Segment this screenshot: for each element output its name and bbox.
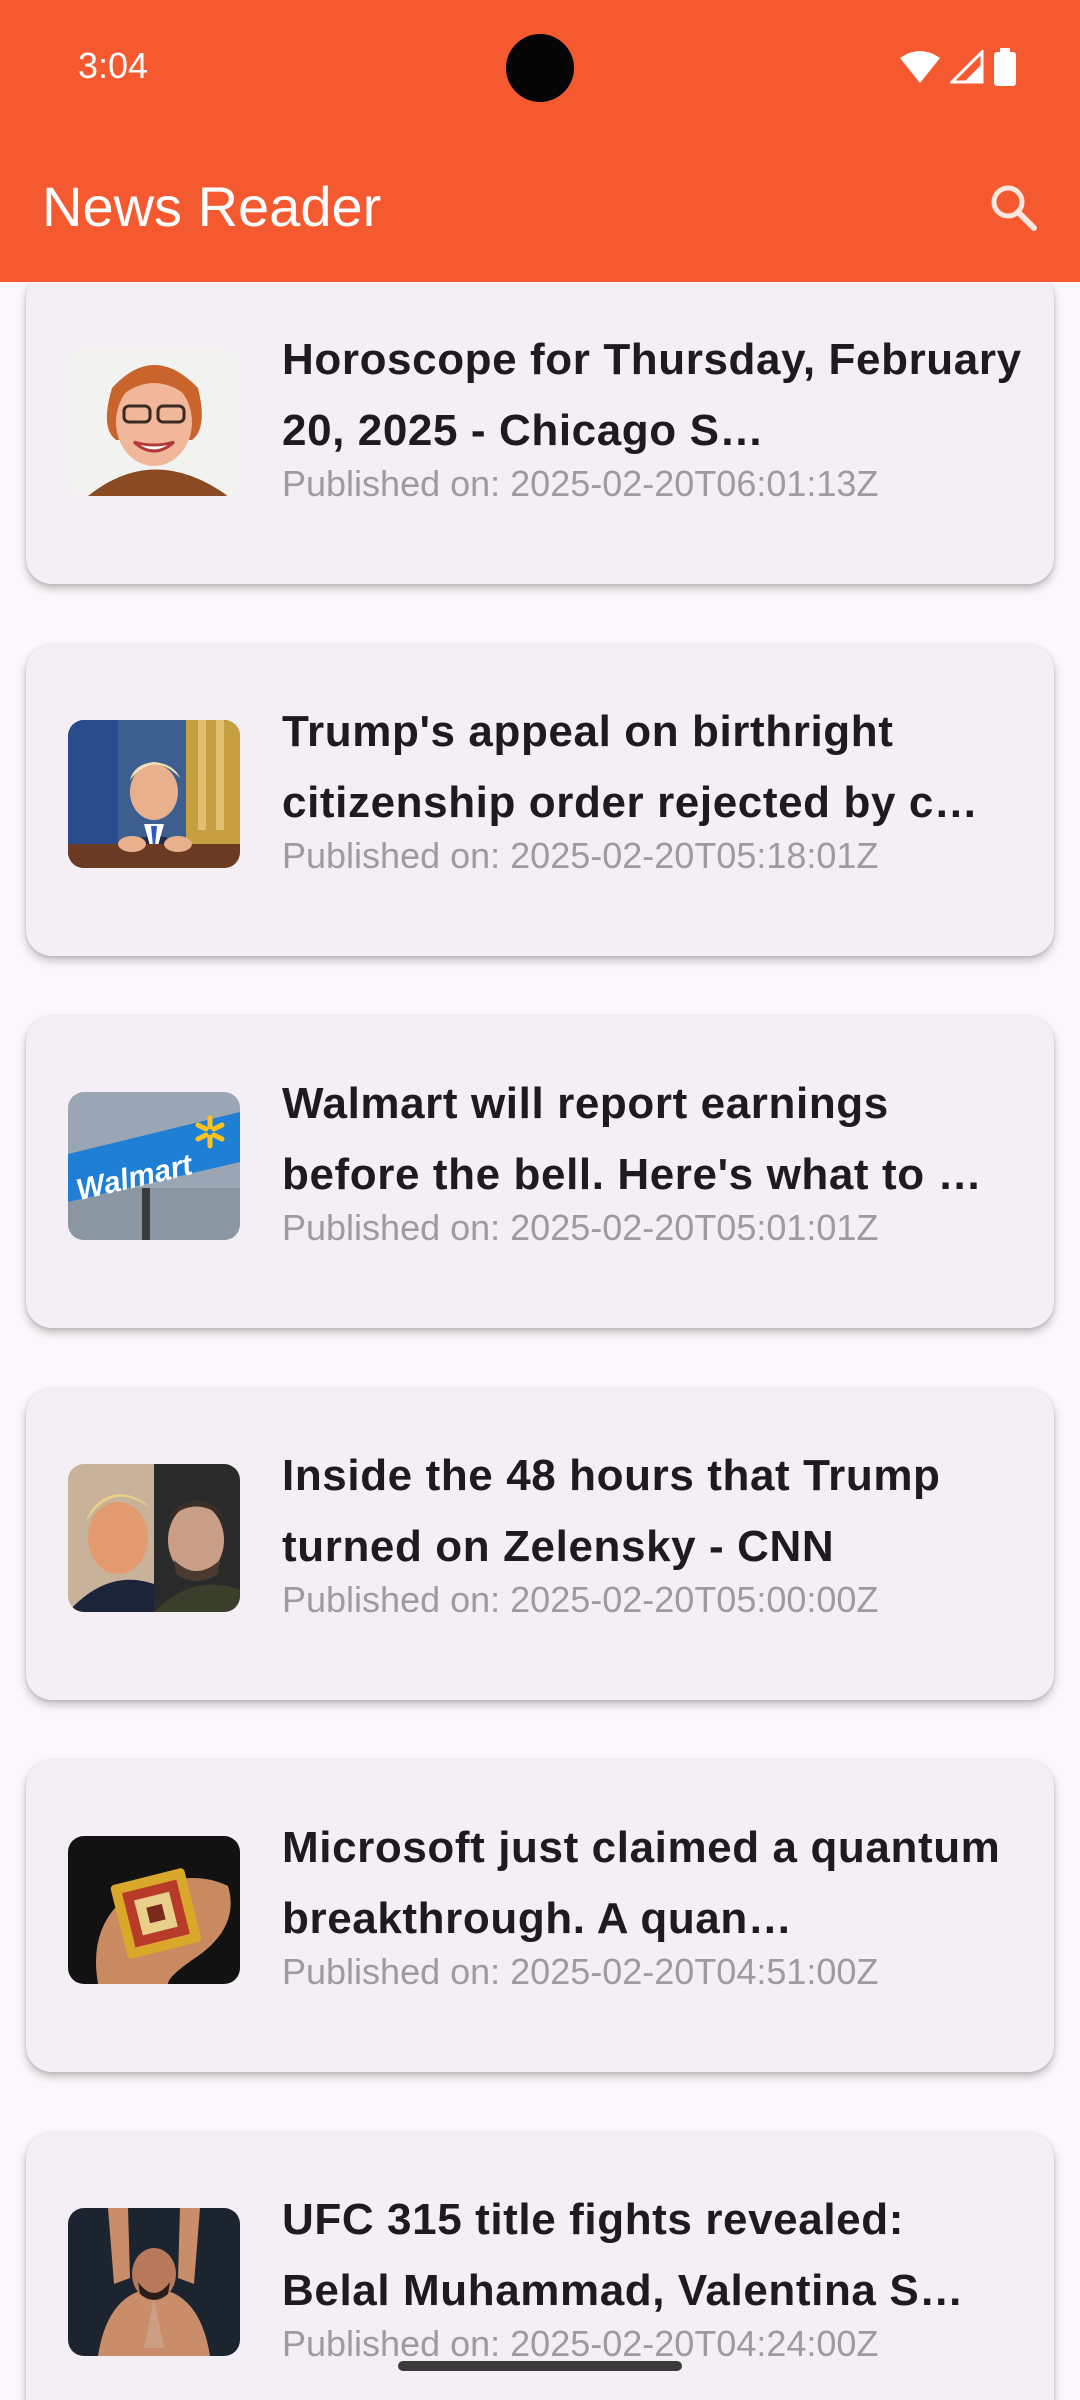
app-title: News Reader	[42, 175, 382, 238]
news-card[interactable]: Walmart Walmart will report earnings bef…	[26, 1016, 1054, 1328]
article-date: Published on: 2025-02-20T04:51:00Z	[282, 1951, 879, 1992]
news-card[interactable]: Trump's appeal on birthright citizenship…	[26, 644, 1054, 956]
cell-signal-icon	[950, 50, 984, 84]
article-thumbnail	[68, 1464, 240, 1612]
battery-icon	[994, 48, 1016, 86]
camera-cutout	[506, 34, 574, 102]
article-date: Published on: 2025-02-20T05:00:00Z	[282, 1579, 879, 1620]
article-thumbnail	[68, 720, 240, 868]
status-icons	[900, 48, 1016, 86]
article-title: Trump's appeal on birthright citizenship…	[282, 707, 979, 827]
article-title: UFC 315 title fights revealed: Belal Muh…	[282, 2195, 964, 2315]
article-title: Microsoft just claimed a quantum breakth…	[282, 1823, 1001, 1943]
news-list[interactable]: Horoscope for Thursday, February 20, 202…	[0, 282, 1080, 2400]
status-time: 3:04	[78, 45, 149, 86]
article-title: Inside the 48 hours that Trump turned on…	[282, 1451, 941, 1571]
article-date: Published on: 2025-02-20T05:01:01Z	[282, 1207, 879, 1248]
article-date: Published on: 2025-02-20T05:18:01Z	[282, 835, 879, 876]
article-date: Published on: 2025-02-20T04:24:00Z	[282, 2323, 879, 2364]
article-thumbnail	[68, 2208, 240, 2356]
news-card[interactable]: UFC 315 title fights revealed: Belal Muh…	[26, 2132, 1054, 2400]
home-indicator[interactable]	[398, 2361, 682, 2371]
news-card[interactable]: Inside the 48 hours that Trump turned on…	[26, 1388, 1054, 1700]
article-thumbnail: Walmart	[68, 1092, 240, 1240]
screen: 3:04 News Reader Horoscope for Thursday,…	[0, 0, 1080, 2400]
news-card[interactable]: Microsoft just claimed a quantum breakth…	[26, 1760, 1054, 2072]
article-title: Horoscope for Thursday, February 20, 202…	[282, 335, 1022, 455]
search-icon	[991, 185, 1037, 231]
article-title: Walmart will report earnings before the …	[282, 1079, 983, 1199]
news-card[interactable]: Horoscope for Thursday, February 20, 202…	[26, 282, 1054, 584]
article-thumbnail	[68, 1836, 240, 1984]
article-date: Published on: 2025-02-20T06:01:13Z	[282, 463, 879, 504]
app-header: 3:04 News Reader	[0, 0, 1080, 282]
wifi-icon	[900, 50, 940, 84]
article-thumbnail	[68, 348, 240, 496]
search-button[interactable]	[982, 176, 1046, 240]
